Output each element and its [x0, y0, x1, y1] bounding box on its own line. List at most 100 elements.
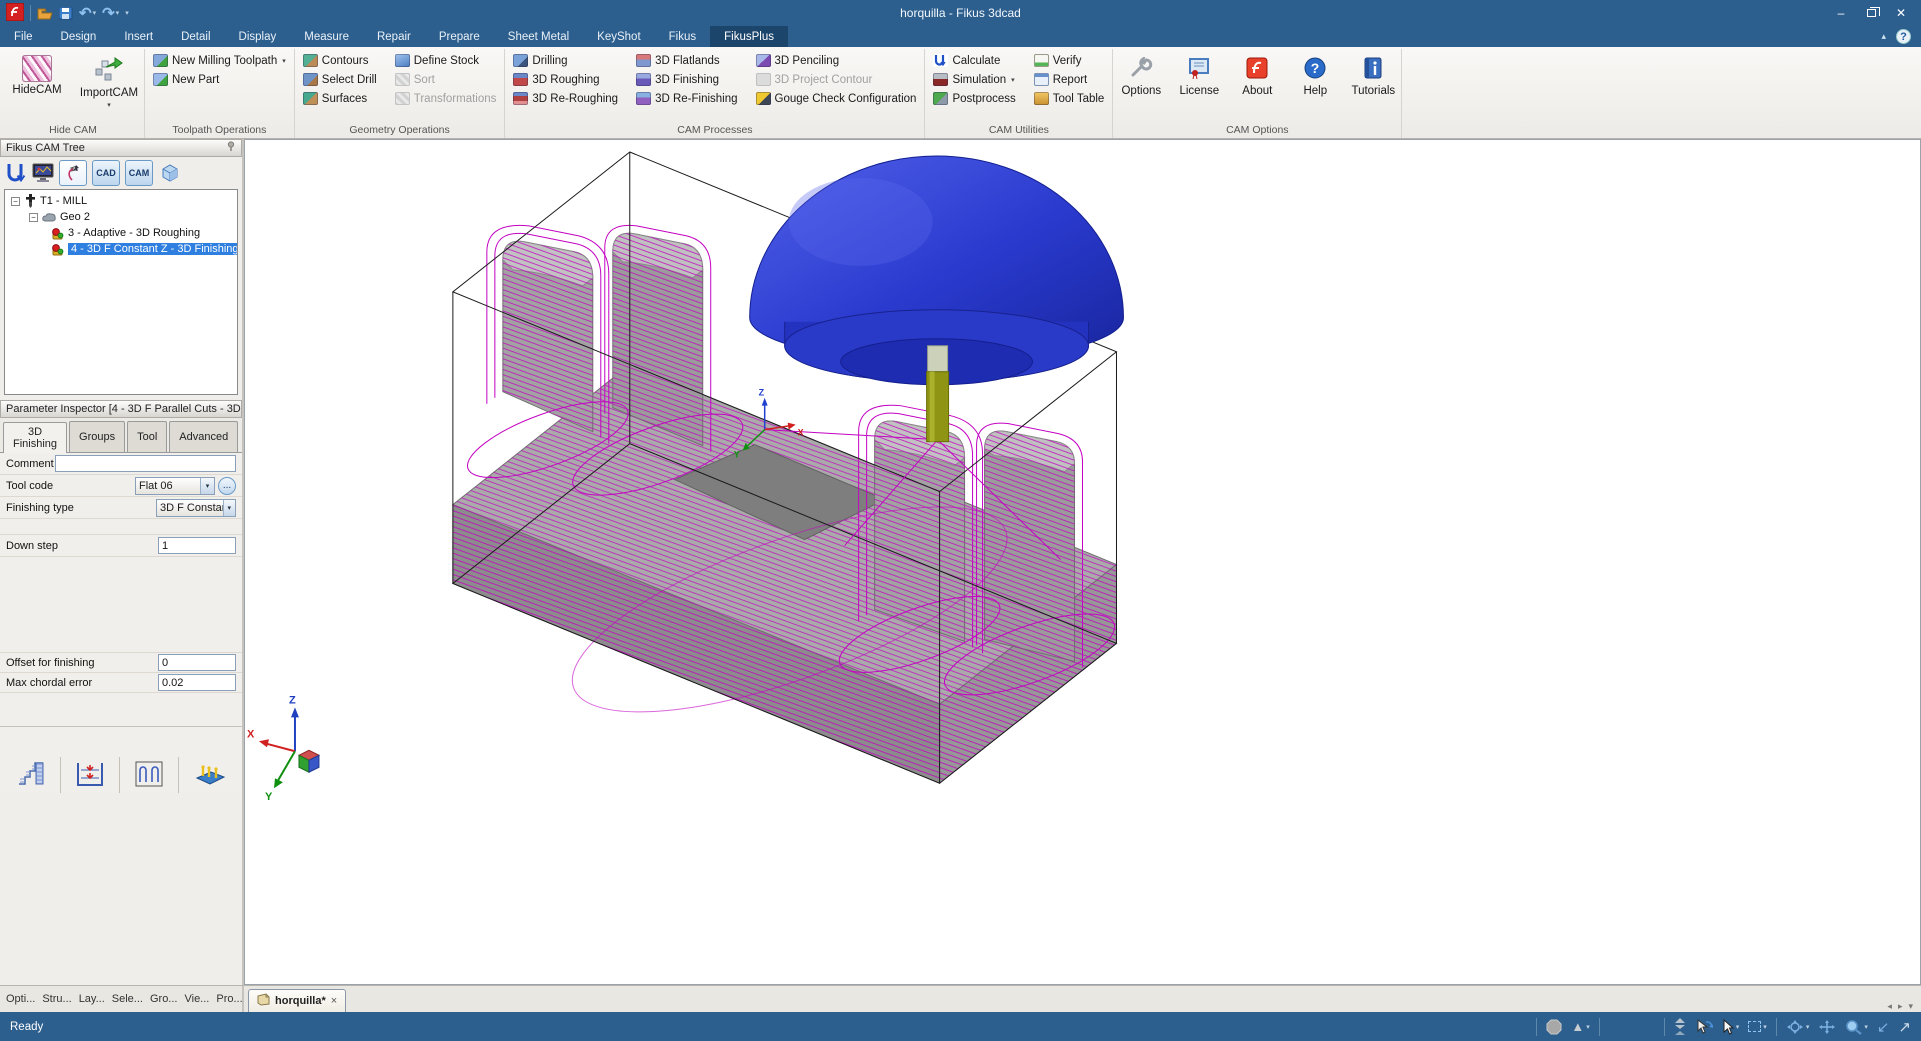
cam-toggle-button[interactable]: CAM	[125, 160, 153, 186]
down-step-icon[interactable]	[75, 760, 105, 791]
options-button[interactable]: Options	[1118, 51, 1164, 97]
collapse-ribbon-button[interactable]: ▴	[1881, 32, 1886, 41]
verify-button[interactable]: Verify	[1031, 51, 1108, 70]
gouge-check-configuration-button[interactable]: Gouge Check Configuration	[753, 89, 920, 108]
3d-re-roughing-button[interactable]: 3D Re-Roughing	[510, 89, 621, 108]
collapse-toggle[interactable]: −	[29, 213, 38, 222]
calculate-icon[interactable]	[5, 162, 27, 184]
triangle-icon[interactable]: ▲ ▾	[1571, 1019, 1589, 1034]
simulation-screen-icon[interactable]	[32, 163, 54, 183]
define-stock-button[interactable]: Define Stock	[392, 51, 500, 70]
panel-tab-selection[interactable]: Sele...	[109, 991, 146, 1007]
cursor-icon[interactable]: ▾	[1722, 1019, 1740, 1035]
help-button[interactable]: ? Help	[1292, 51, 1338, 97]
scroll-updown-icon[interactable]	[1674, 1018, 1686, 1036]
down-step-input[interactable]	[158, 537, 236, 554]
tab-groups[interactable]: Groups	[69, 421, 125, 452]
3d-finishing-button[interactable]: 3D Finishing	[633, 70, 740, 89]
tab-list-icon[interactable]: ▾	[1908, 1001, 1913, 1012]
menu-file[interactable]: File	[0, 26, 47, 47]
arrow-ne-icon[interactable]: ↗	[1898, 1018, 1911, 1036]
license-button[interactable]: License	[1176, 51, 1222, 97]
octagon-icon[interactable]	[1546, 1019, 1562, 1035]
3d-penciling-button[interactable]: 3D Penciling	[753, 51, 920, 70]
menu-measure[interactable]: Measure	[290, 26, 363, 47]
tab-advanced[interactable]: Advanced	[169, 421, 238, 452]
toolpath-pattern-icon[interactable]	[134, 760, 164, 791]
panel-tab-structure[interactable]: Stru...	[39, 991, 74, 1007]
offset-for-finishing-input[interactable]	[158, 654, 236, 671]
undo-button[interactable]: ↶▾	[79, 6, 96, 21]
toolpath-pick-icon[interactable]	[59, 160, 87, 186]
tutorials-button[interactable]: Tutorials	[1350, 51, 1396, 97]
hidecam-button[interactable]: HideCAM	[7, 51, 67, 96]
panel-tab-properties[interactable]: Pro...	[213, 991, 244, 1007]
save-button[interactable]	[59, 7, 73, 20]
tab-scroll-left-icon[interactable]: ◂	[1887, 1001, 1892, 1012]
tool-table-button[interactable]: Tool Table	[1031, 89, 1108, 108]
cursor-undo-icon[interactable]	[1695, 1019, 1713, 1035]
menu-design[interactable]: Design	[47, 26, 111, 47]
tool-code-browse-button[interactable]: ...	[218, 477, 236, 495]
orbit-icon[interactable]: ▾	[1786, 1019, 1810, 1035]
redo-button[interactable]: ↷▾	[102, 6, 119, 21]
3d-re-finishing-button[interactable]: 3D Re-Finishing	[633, 89, 740, 108]
panel-tab-options[interactable]: Opti...	[3, 991, 38, 1007]
cad-toggle-button[interactable]: CAD	[92, 160, 120, 186]
tool-code-dropdown[interactable]: Flat 06 ▾	[135, 477, 215, 495]
new-part-button[interactable]: New Part	[150, 70, 289, 89]
simulation-button[interactable]: Simulation▾	[930, 70, 1018, 89]
3d-roughing-button[interactable]: 3D Roughing	[510, 70, 621, 89]
tree-item-t1-mill[interactable]: − T1 - MILL	[7, 193, 235, 209]
menu-repair[interactable]: Repair	[363, 26, 425, 47]
tab-3d-finishing[interactable]: 3D Finishing	[3, 422, 67, 453]
drilling-button[interactable]: Drilling	[510, 51, 621, 70]
new-milling-toolpath-button[interactable]: New Milling Toolpath ▾	[150, 51, 289, 70]
menu-keyshot[interactable]: KeyShot	[583, 26, 654, 47]
finishing-type-dropdown[interactable]: 3D F Constant ▾	[156, 499, 236, 517]
tab-tool[interactable]: Tool	[127, 421, 167, 452]
machining-levels-icon[interactable]	[16, 760, 46, 791]
help-icon[interactable]: ?	[1896, 29, 1911, 44]
calculate-button[interactable]: Calculate	[930, 51, 1018, 70]
menu-sheet-metal[interactable]: Sheet Metal	[494, 26, 583, 47]
report-button[interactable]: Report	[1031, 70, 1108, 89]
menu-fikus[interactable]: Fikus	[655, 26, 710, 47]
box-select-icon[interactable]: ▾	[1748, 1021, 1767, 1032]
postprocess-button[interactable]: Postprocess	[930, 89, 1018, 108]
comment-input[interactable]	[55, 455, 236, 472]
open-file-button[interactable]	[37, 7, 53, 20]
menu-prepare[interactable]: Prepare	[425, 26, 494, 47]
tree-item-finishing[interactable]: 4 - 3D F Constant Z - 3D Finishing	[7, 241, 235, 257]
about-button[interactable]: About	[1234, 51, 1280, 97]
panel-tab-layers[interactable]: Lay...	[76, 991, 108, 1007]
close-button[interactable]: ✕	[1887, 3, 1915, 23]
3d-flatlands-button[interactable]: 3D Flatlands	[633, 51, 740, 70]
panel-tab-views[interactable]: Vie...	[181, 991, 212, 1007]
max-chordal-error-input[interactable]	[158, 674, 236, 691]
viewport-3d[interactable]: Z X Y	[244, 139, 1921, 985]
customize-quick-access-button[interactable]: ▾	[125, 10, 129, 17]
select-drill-button[interactable]: Select Drill	[300, 70, 380, 89]
arrow-sw-icon[interactable]: ↙	[1877, 1018, 1890, 1036]
menu-insert[interactable]: Insert	[110, 26, 167, 47]
tree-item-geo-2[interactable]: − Geo 2	[7, 209, 235, 225]
menu-display[interactable]: Display	[225, 26, 291, 47]
restore-button[interactable]	[1857, 3, 1885, 23]
surface-pins-icon[interactable]	[193, 760, 227, 791]
pan-icon[interactable]	[1818, 1019, 1836, 1035]
importcam-button[interactable]: ImportCAM ▾	[79, 51, 139, 109]
collapse-toggle[interactable]: −	[11, 197, 20, 206]
document-tab-horquilla[interactable]: horquilla* ×	[248, 989, 346, 1012]
zoom-icon[interactable]: ▾	[1845, 1019, 1868, 1035]
tab-scroll-right-icon[interactable]: ▸	[1898, 1001, 1903, 1012]
close-tab-icon[interactable]: ×	[331, 995, 337, 1007]
surfaces-button[interactable]: Surfaces	[300, 89, 380, 108]
minimize-button[interactable]: –	[1827, 3, 1855, 23]
contours-button[interactable]: Contours	[300, 51, 380, 70]
tree-item-roughing[interactable]: 3 - Adaptive - 3D Roughing	[7, 225, 235, 241]
stock-cube-icon[interactable]	[158, 162, 180, 184]
menu-detail[interactable]: Detail	[167, 26, 224, 47]
panel-tab-groups[interactable]: Gro...	[147, 991, 181, 1007]
menu-fikusplus[interactable]: FikusPlus	[710, 26, 788, 47]
